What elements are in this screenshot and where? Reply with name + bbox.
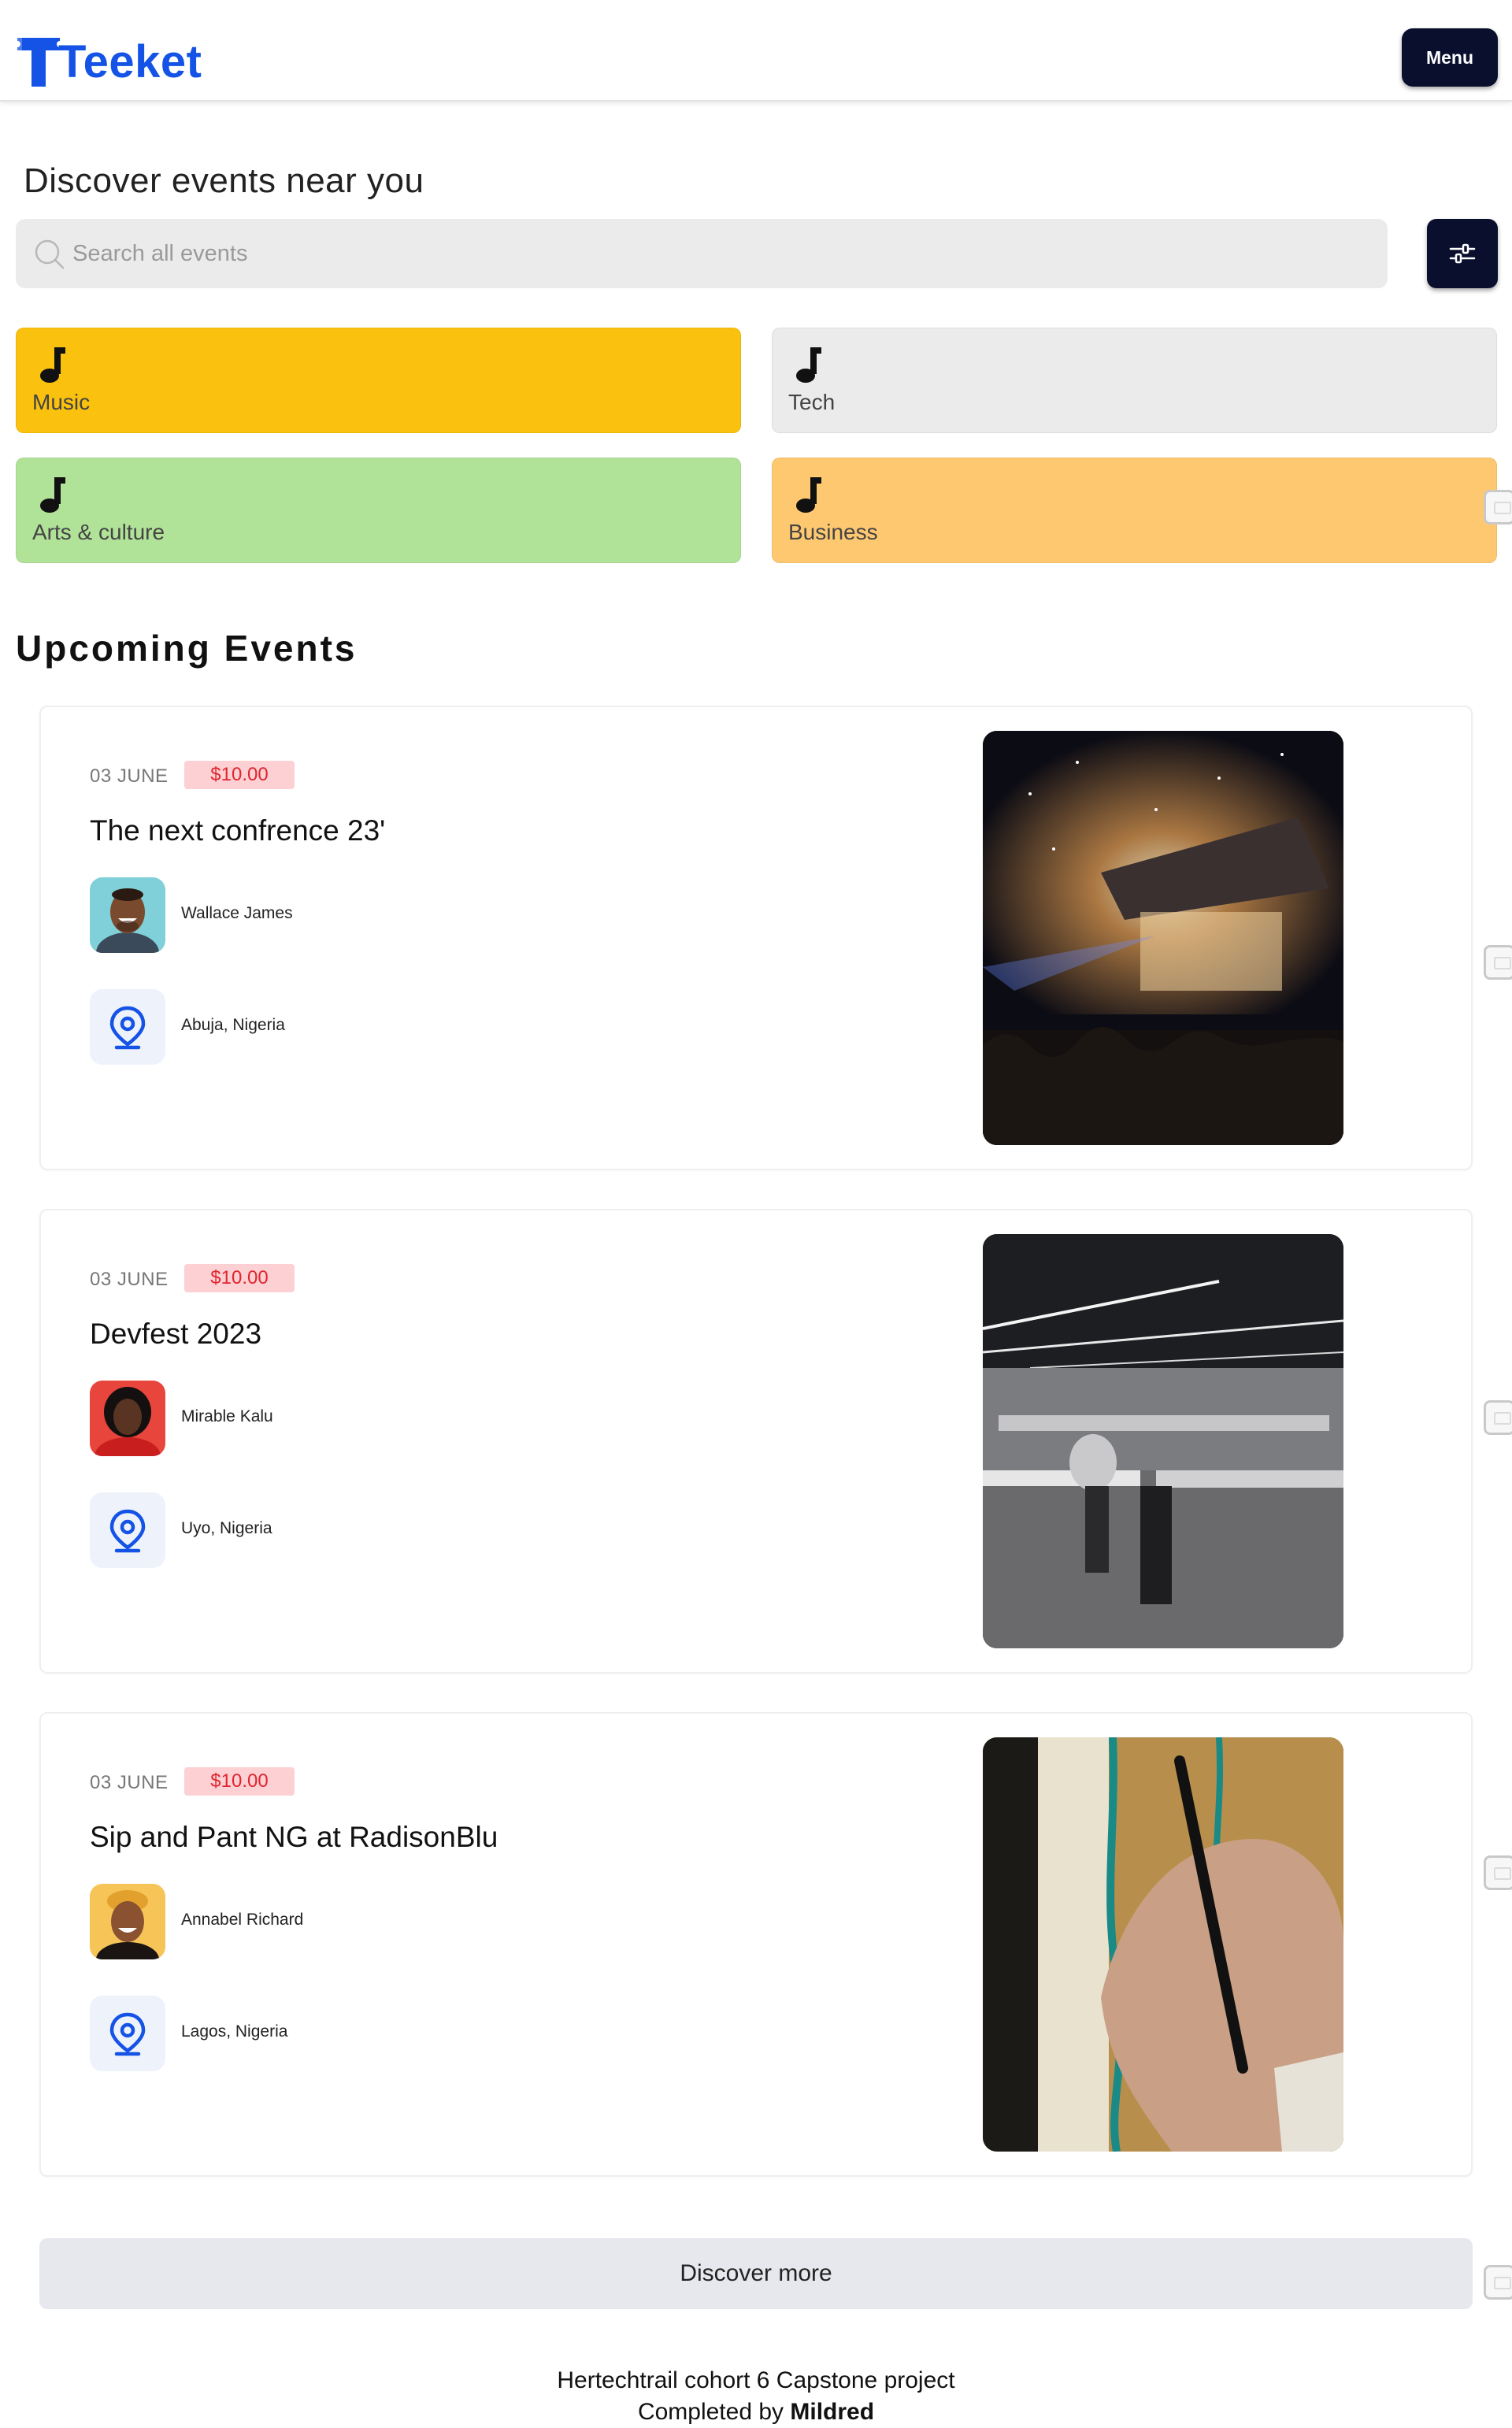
edge-mail-icon[interactable] — [1484, 490, 1512, 525]
host-name: Wallace James — [181, 904, 293, 922]
event-title[interactable]: Devfest 2023 — [90, 1318, 261, 1351]
location-pin-icon — [90, 1492, 165, 1568]
host-avatar — [90, 877, 165, 953]
edge-mail-icon[interactable] — [1484, 1855, 1512, 1890]
host-name: Mirable Kalu — [181, 1407, 273, 1425]
menu-button[interactable]: Menu — [1402, 28, 1498, 87]
footer-credit-prefix: Completed by — [637, 2399, 784, 2425]
event-location: Lagos, Nigeria — [181, 2022, 288, 2041]
footer-author-name: Mildred — [790, 2399, 875, 2425]
event-title[interactable]: The next confrence 23' — [90, 814, 385, 847]
music-note-icon — [40, 347, 65, 383]
person-avatar-icon — [90, 1381, 165, 1456]
edge-mail-icon[interactable] — [1484, 2265, 1512, 2300]
category-label: Music — [32, 390, 91, 414]
footer-project-text: Hertechtrail cohort 6 Capstone project — [557, 2367, 955, 2393]
event-card[interactable]: 03 JUNE $10.00 Sip and Pant NG at Radiso… — [39, 1712, 1473, 2177]
category-tech[interactable]: Tech — [772, 328, 1497, 433]
upcoming-heading: Upcoming Events — [16, 628, 358, 669]
price-badge: $10.00 — [184, 1767, 295, 1796]
price-badge: $10.00 — [184, 761, 295, 789]
filter-button[interactable] — [1427, 219, 1498, 288]
category-label: Business — [788, 520, 878, 544]
category-business[interactable]: Business — [772, 458, 1497, 563]
top-navbar: Teeket Menu — [0, 0, 1512, 102]
host-name: Annabel Richard — [181, 1911, 304, 1929]
music-note-icon — [796, 477, 821, 513]
event-image-office[interactable] — [983, 1234, 1343, 1648]
category-arts-culture[interactable]: Arts & culture — [16, 458, 741, 563]
edge-mail-icon[interactable] — [1484, 945, 1512, 980]
event-card[interactable]: 03 JUNE $10.00 The next confrence 23' Wa… — [39, 706, 1473, 1170]
event-title[interactable]: Sip and Pant NG at RadisonBlu — [90, 1821, 498, 1854]
price-badge: $10.00 — [184, 1264, 295, 1292]
edge-mail-icon[interactable] — [1484, 1400, 1512, 1435]
event-image-painting[interactable] — [983, 1737, 1343, 2152]
person-avatar-icon — [90, 1884, 165, 1959]
music-note-icon — [40, 477, 65, 513]
sliders-icon — [1449, 243, 1476, 264]
person-avatar-icon — [90, 877, 165, 953]
location-pin-icon — [90, 989, 165, 1065]
event-card[interactable]: 03 JUNE $10.00 Devfest 2023 Mirable Kalu… — [39, 1209, 1473, 1674]
host-avatar — [90, 1381, 165, 1456]
search-bar[interactable] — [16, 219, 1388, 288]
category-label: Tech — [788, 390, 836, 414]
event-image-concert[interactable] — [983, 731, 1343, 1145]
painting-photo — [983, 1737, 1343, 2152]
category-music[interactable]: Music — [16, 328, 741, 433]
brand-logo[interactable]: Teeket — [14, 27, 202, 90]
office-photo — [983, 1234, 1343, 1648]
search-icon — [35, 239, 65, 269]
search-input[interactable] — [72, 233, 1364, 274]
ticket-logo-icon — [14, 38, 63, 87]
event-location: Abuja, Nigeria — [181, 1016, 285, 1034]
event-date: 03 JUNE — [90, 765, 169, 787]
event-date: 03 JUNE — [90, 1269, 169, 1290]
host-avatar — [90, 1884, 165, 1959]
discover-more-button[interactable]: Discover more — [39, 2238, 1473, 2309]
discover-heading: Discover events near you — [24, 161, 424, 200]
music-note-icon — [796, 347, 821, 383]
footer: Hertechtrail cohort 6 Capstone project C… — [0, 2365, 1512, 2428]
brand-name: Teeket — [58, 36, 202, 87]
event-location: Uyo, Nigeria — [181, 1519, 272, 1537]
category-label: Arts & culture — [32, 520, 165, 544]
footer-credit: Completed by Mildred — [0, 2396, 1512, 2428]
location-pin-icon — [90, 1996, 165, 2071]
concert-photo — [983, 731, 1343, 1145]
event-date: 03 JUNE — [90, 1772, 169, 1793]
